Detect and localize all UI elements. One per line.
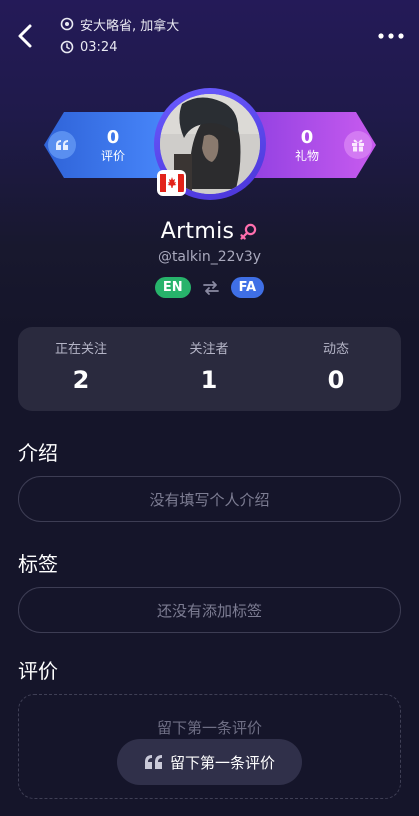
moments-label: 动态 (322, 342, 349, 357)
location-row: 安大略省, 加拿大 (60, 15, 180, 34)
swap-arrows-icon (202, 280, 219, 295)
moments-stat[interactable]: 动态 0 (291, 341, 381, 395)
leave-review-label: 留下第一条评价 (169, 753, 275, 772)
followers-label: 关注者 (189, 342, 229, 357)
follow-stats-card: 正在关注 2 关注者 1 动态 0 (18, 327, 401, 411)
profile-name-row: Artmis (0, 218, 419, 246)
back-arrow-icon[interactable] (12, 20, 40, 52)
time-row: 03:24 (60, 38, 117, 56)
local-time-text: 03:24 (80, 39, 118, 55)
followers-count: 1 (200, 366, 218, 394)
learning-language-badge: FA (230, 277, 265, 298)
following-count: 2 (72, 366, 90, 394)
language-pair: EN FA (0, 277, 419, 298)
tags-section-title: 标签 (18, 552, 58, 576)
reviews-count: 0 (106, 127, 120, 148)
native-language-badge: EN (154, 277, 191, 298)
following-stat[interactable]: 正在关注 2 (36, 341, 126, 395)
reviews-label: 评价 (100, 149, 125, 163)
quote-icon (48, 131, 76, 159)
gift-icon (344, 131, 372, 159)
location-pin-icon (60, 17, 74, 31)
moments-count: 0 (327, 366, 345, 394)
gifts-stat[interactable]: 0 礼物 (282, 128, 332, 164)
following-label: 正在关注 (54, 342, 107, 357)
tags-empty-box[interactable]: 还没有添加标签 (18, 587, 401, 633)
gifts-count: 0 (300, 127, 314, 148)
intro-section-title: 介绍 (18, 441, 58, 465)
reviews-stat[interactable]: 0 评价 (88, 128, 138, 164)
profile-name: Artmis (160, 219, 235, 244)
more-options-icon[interactable] (375, 24, 407, 48)
female-gender-icon (240, 223, 257, 240)
quote-icon (144, 755, 162, 769)
gifts-label: 礼物 (294, 149, 319, 163)
clock-icon (60, 40, 74, 54)
followers-stat[interactable]: 关注者 1 (164, 341, 254, 395)
profile-handle: @talkin_22v3y (157, 249, 262, 265)
top-bar: 安大略省, 加拿大 03:24 (0, 0, 419, 70)
reviews-section-title: 评价 (18, 659, 58, 683)
canada-flag-icon (157, 170, 186, 196)
reviews-empty-text: 留下第一条评价 (156, 719, 262, 737)
intro-empty-box[interactable]: 没有填写个人介绍 (18, 476, 401, 522)
leave-review-button[interactable]: 留下第一条评价 (117, 739, 302, 785)
location-text: 安大略省, 加拿大 (80, 18, 180, 34)
